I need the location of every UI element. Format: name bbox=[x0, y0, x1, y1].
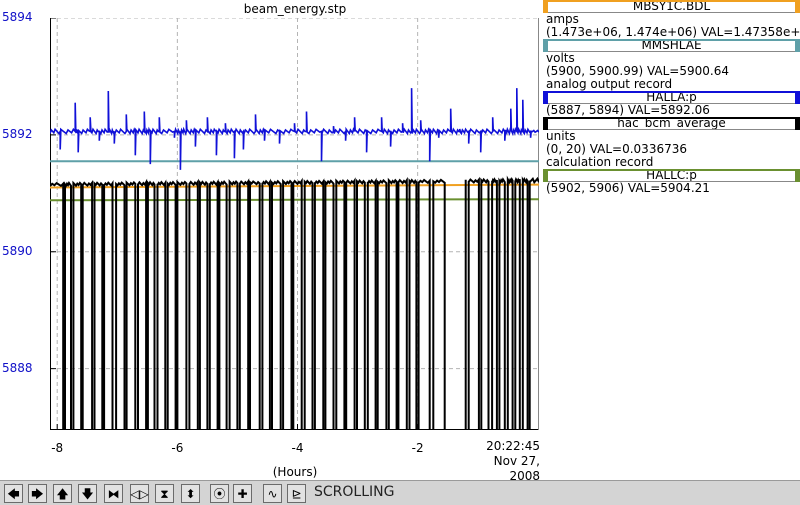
legend-pv-hallc-p[interactable]: HALLC:p bbox=[543, 169, 800, 182]
legend-divider bbox=[548, 103, 795, 104]
scroll-status: SCROLLING bbox=[314, 484, 395, 500]
legend-divider bbox=[548, 129, 795, 130]
autozoom-button[interactable]: ⦿ bbox=[210, 484, 229, 503]
series-line-hac-bcm-average bbox=[50, 175, 539, 430]
legend-divider bbox=[548, 181, 795, 182]
arrow-right-icon: 🡆 bbox=[31, 486, 44, 501]
compress-horizontal-icon: ⧓ bbox=[107, 486, 120, 501]
expand-horizontal-icon: ◁▷ bbox=[130, 486, 149, 501]
legend-info-line: (5902, 5906) VAL=5904.21 bbox=[546, 181, 710, 195]
scroll-right-button[interactable]: 🡆 bbox=[28, 484, 47, 503]
zoom-in-x-button[interactable]: ⧓ bbox=[104, 484, 123, 503]
legend-panel: MBSY1C.BDL amps (1.473e+06, 1.474e+06) VAL… bbox=[542, 0, 800, 195]
arrow-up-icon: 🡅 bbox=[56, 486, 69, 501]
waveform-icon: ∿ bbox=[267, 486, 278, 501]
x-axis-label: (Hours) bbox=[272, 465, 318, 479]
x-tick-label: -2 bbox=[411, 441, 424, 455]
legend-pv-mmshlae[interactable]: MMSHLAE bbox=[543, 39, 800, 52]
center-button[interactable]: ✚ bbox=[233, 484, 252, 503]
plot-title: beam_energy.stp bbox=[243, 2, 347, 16]
legend-pv-hac-bcm-average[interactable]: hac_bcm_average bbox=[543, 117, 800, 130]
y-tick-label: 5890 bbox=[2, 243, 33, 258]
legend-color-bar bbox=[548, 0, 795, 2]
scroll-mode-icon: ⊵ bbox=[291, 486, 302, 501]
zoom-in-y-button[interactable]: ⧗ bbox=[155, 484, 174, 503]
x-tick-label: -6 bbox=[171, 441, 184, 455]
plot-area[interactable] bbox=[50, 18, 539, 430]
end-time-label: 20:22:45 Nov 27, 2008 bbox=[462, 439, 540, 484]
legend-color-bar bbox=[548, 39, 795, 41]
legend-pv-halla-p[interactable]: HALLA:p bbox=[543, 91, 800, 104]
scroll-up-button[interactable]: 🡅 bbox=[53, 484, 72, 503]
x-tick-label: -8 bbox=[51, 441, 64, 455]
scroll-left-button[interactable]: 🡄 bbox=[4, 484, 23, 503]
compress-vertical-icon: ⧗ bbox=[160, 486, 169, 501]
zoom-out-x-button[interactable]: ◁▷ bbox=[130, 484, 149, 503]
y-tick-label: 5894 bbox=[2, 10, 33, 24]
legend-color-bar bbox=[548, 117, 795, 119]
legend-color-bar bbox=[548, 169, 795, 171]
arrow-left-icon: 🡄 bbox=[7, 486, 20, 501]
series-line-halla-p bbox=[50, 88, 539, 170]
target-icon: ⦿ bbox=[213, 486, 226, 501]
y-tick-label: 5892 bbox=[2, 126, 33, 141]
scroll-down-button[interactable]: 🡇 bbox=[78, 484, 97, 503]
scroll-mode-button[interactable]: ⊵ bbox=[287, 484, 306, 503]
legend-divider bbox=[548, 51, 795, 52]
x-tick-label: -4 bbox=[291, 441, 304, 455]
chart-svg[interactable] bbox=[50, 18, 539, 430]
legend-color-bar bbox=[548, 91, 795, 93]
arrow-down-icon: 🡇 bbox=[81, 486, 94, 501]
zoom-out-y-button[interactable]: ⬍ bbox=[181, 484, 200, 503]
legend-pv-mbsy1c-bdl[interactable]: MBSY1C.BDL bbox=[543, 0, 800, 13]
expand-vertical-icon: ⬍ bbox=[185, 486, 196, 501]
toolbar: SCROLLING 🡄 🡆 🡅 🡇 ⧓ ◁▷ ⧗ ⬍ ⦿ ✚ ∿ ⊵ bbox=[0, 480, 800, 505]
crosshair-icon: ✚ bbox=[237, 486, 248, 501]
legend-divider bbox=[548, 12, 795, 13]
end-time: 20:22:45 bbox=[486, 439, 540, 453]
trend-button[interactable]: ∿ bbox=[263, 484, 282, 503]
y-tick-label: 5888 bbox=[2, 360, 33, 375]
